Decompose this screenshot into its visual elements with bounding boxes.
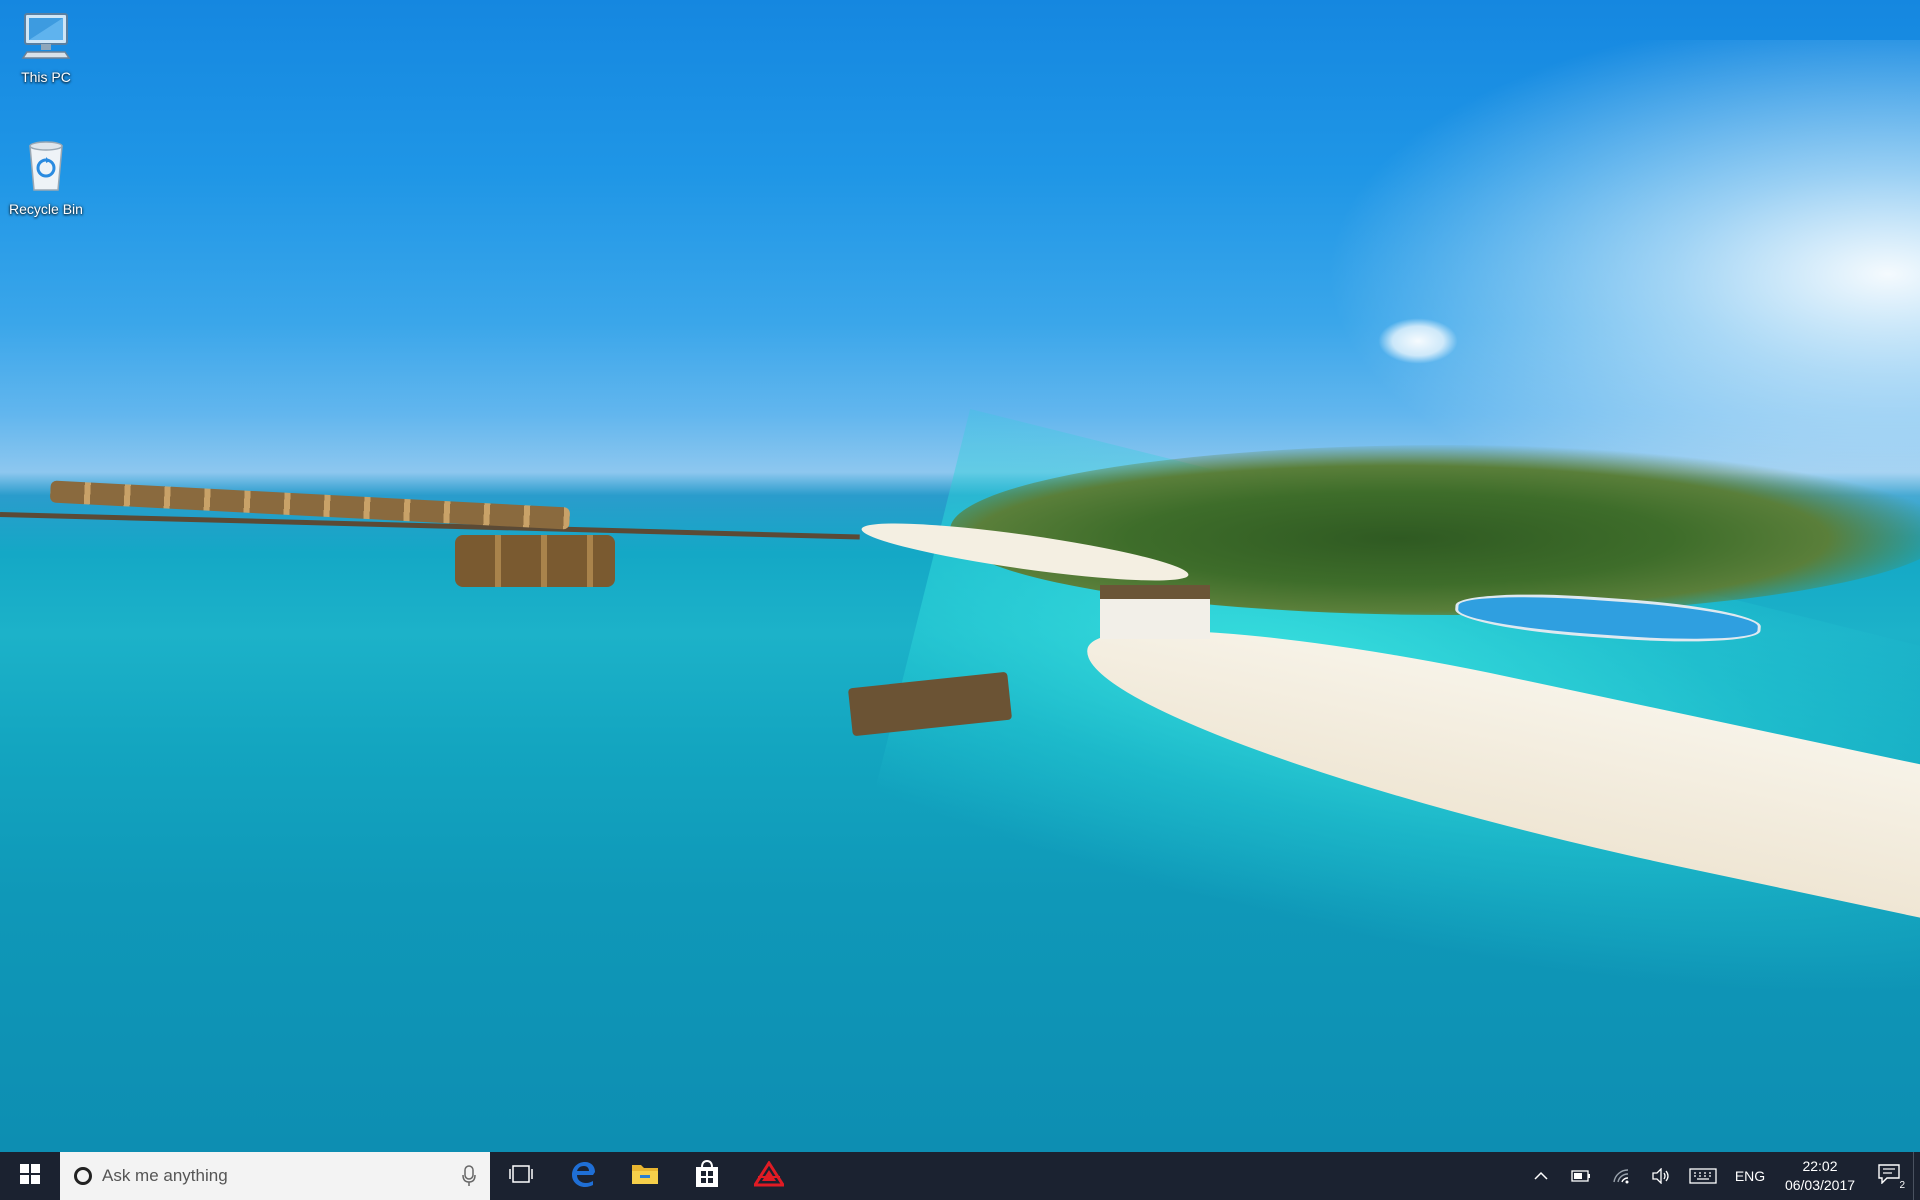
language-indicator[interactable]: ENG [1725,1168,1775,1184]
search-placeholder: Ask me anything [102,1166,228,1185]
microphone-icon[interactable] [462,1165,476,1192]
search-box[interactable]: Ask me anything [60,1152,490,1200]
notification-count: 2 [1899,1180,1905,1191]
red-app-taskbar-button[interactable] [738,1152,800,1200]
store-bag-icon [694,1159,720,1193]
cloud [1378,318,1458,364]
action-center-button[interactable]: 2 [1865,1152,1913,1200]
start-button[interactable] [0,1152,60,1200]
island-palms [950,445,1920,615]
beach-hut [1100,585,1210,639]
clock-date: 06/03/2017 [1784,1177,1856,1193]
edge-browser-icon [569,1160,597,1193]
red-triangle-app-icon [752,1159,786,1192]
folder-icon [631,1162,659,1191]
recycle-bin-label: Recycle Bin [9,201,83,217]
cortana-icon [74,1167,92,1185]
desktop-wallpaper [0,0,1920,1152]
computer-icon [0,10,92,65]
clock[interactable]: 22:02 06/03/2017 [1775,1157,1865,1195]
store-taskbar-button[interactable] [676,1152,738,1200]
wifi-icon[interactable] [1601,1152,1641,1200]
edge-taskbar-button[interactable] [552,1152,614,1200]
battery-icon[interactable] [1561,1152,1601,1200]
windows-logo-icon [20,1163,40,1189]
this-pc-label: This PC [21,69,71,85]
taskbar: Ask me anything ENG 22:02 06/03/2017 2 [0,1152,1920,1200]
desktop-icon-recycle-bin[interactable]: Recycle Bin [0,138,92,217]
system-tray: ENG 22:02 06/03/2017 2 [1521,1152,1920,1200]
desktop-icon-this-pc[interactable]: This PC [0,10,92,85]
chevron-up-icon[interactable] [1521,1152,1561,1200]
recycle-bin-icon [0,138,92,197]
clock-time: 22:02 [1802,1158,1838,1174]
show-desktop-button[interactable] [1913,1152,1920,1200]
task-view-icon [509,1164,533,1189]
notification-icon [1878,1163,1900,1189]
task-view-button[interactable] [490,1152,552,1200]
volume-icon[interactable] [1641,1152,1681,1200]
water-villas-cluster [455,535,615,587]
file-explorer-taskbar-button[interactable] [614,1152,676,1200]
touch-keyboard-icon[interactable] [1681,1152,1725,1200]
